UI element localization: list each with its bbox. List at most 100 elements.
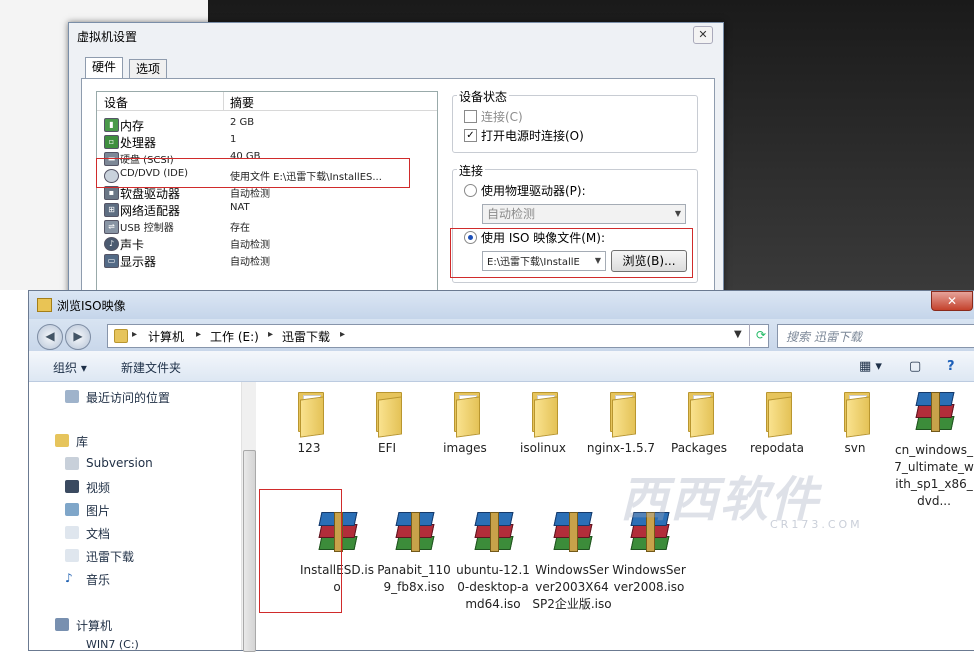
file-list: 123 EFI images isolinux nginx-1.5.7 Pack… — [256, 382, 974, 650]
breadcrumb-arrow-icon: ▸ — [340, 329, 346, 340]
file-name: isolinux — [520, 441, 566, 455]
help-icon[interactable]: ? — [947, 359, 955, 374]
library-icon — [55, 434, 69, 447]
nav-pictures[interactable]: 图片 — [86, 502, 110, 519]
search-input[interactable]: 搜索 迅雷下载 — [777, 324, 974, 348]
network-adapter-icon: ⊞ — [104, 203, 119, 217]
file-name: repodata — [749, 441, 805, 455]
address-dropdown-icon[interactable]: ▼ — [734, 329, 742, 340]
device-name: 网络适配器 — [120, 204, 181, 218]
physical-drive-value: 自动检测 — [487, 207, 536, 221]
memory-icon: ▮ — [104, 118, 119, 132]
device-summary: 1 — [230, 134, 237, 145]
file-item-images[interactable]: images — [425, 392, 505, 457]
file-item-windows-server-2003[interactable]: WindowsServer2003X64SP2企业版.iso — [532, 510, 612, 613]
file-name: cn_windows_7_ultimate_with_sp1_x86_dvd..… — [894, 443, 974, 508]
refresh-icon[interactable]: ⟳ — [749, 324, 772, 346]
folder-icon — [114, 329, 128, 343]
nav-library[interactable]: 库 — [76, 433, 88, 450]
breadcrumb-arrow-icon: ▸ — [196, 329, 202, 340]
tab-options[interactable]: 选项 — [129, 59, 168, 78]
folder-icon — [604, 392, 638, 438]
nav-subversion[interactable]: Subversion — [86, 456, 153, 470]
watermark-sub: CR173.COM — [770, 518, 863, 531]
nav-xunlei-download[interactable]: 迅雷下载 — [86, 548, 134, 565]
nav-scrollbar-thumb[interactable] — [243, 450, 256, 652]
file-item-efi[interactable]: EFI — [347, 392, 427, 457]
file-item-panabit[interactable]: Panabit_1109_fb8x.iso — [374, 510, 454, 596]
recent-places-icon — [65, 390, 79, 403]
file-name: svn — [844, 441, 866, 455]
tab-hardware[interactable]: 硬件 — [85, 57, 124, 78]
forward-button[interactable]: ▶ — [65, 324, 91, 350]
file-item-packages[interactable]: Packages — [659, 392, 739, 457]
browse-iso-dialog: 浏览ISO映像 ✕ ◀ ▶ ▸ 计算机 ▸ 工作 (E:) ▸ 迅雷下载 ▸ ▼… — [28, 290, 974, 652]
fb-toolbar: 组织 ▾ 新建文件夹 ▦ ▾ ▢ ? — [29, 351, 974, 382]
iso-highlight-box — [450, 228, 693, 278]
file-name: Panabit_1109_fb8x.iso — [377, 563, 451, 594]
physical-drive-label: 使用物理驱动器(P): — [481, 184, 586, 198]
breadcrumb-drive[interactable]: 工作 (E:) — [210, 328, 259, 345]
computer-icon — [55, 618, 69, 631]
organize-button[interactable]: 组织 ▾ — [53, 359, 87, 376]
file-item-isolinux[interactable]: isolinux — [503, 392, 583, 457]
vm-dialog-title: 虚拟机设置 — [77, 30, 138, 44]
nav-scrollbar[interactable] — [241, 382, 256, 652]
connect-on-power-label: 打开电源时连接(O) — [481, 129, 584, 143]
nav-music[interactable]: 音乐 — [86, 571, 110, 588]
breadcrumb-folder[interactable]: 迅雷下载 — [282, 328, 330, 345]
connected-checkbox[interactable] — [464, 110, 477, 123]
file-item-ubuntu[interactable]: ubuntu-12.10-desktop-amd64.iso — [453, 510, 533, 613]
device-row-sound[interactable]: ♪ 声卡 自动检测 — [97, 235, 437, 252]
file-name: Packages — [671, 441, 727, 455]
nav-computer[interactable]: 计算机 — [76, 617, 112, 634]
device-row-cpu[interactable]: ▫ 处理器 1 — [97, 133, 437, 150]
back-button[interactable]: ◀ — [37, 324, 63, 350]
file-item-cn-windows-7[interactable]: cn_windows_7_ultimate_with_sp1_x86_dvd..… — [893, 390, 974, 510]
nav-recent-places[interactable]: 最近访问的位置 — [86, 389, 170, 406]
device-row-display[interactable]: ▭ 显示器 自动检测 — [97, 252, 437, 269]
nav-drive-c[interactable]: WIN7 (C:) — [86, 638, 139, 651]
nav-documents[interactable]: 文档 — [86, 525, 110, 542]
folder-icon — [37, 298, 52, 312]
breadcrumb-computer[interactable]: 计算机 — [148, 328, 184, 345]
new-folder-button[interactable]: 新建文件夹 — [121, 359, 181, 376]
file-name: WindowsServer2008.iso — [612, 563, 686, 594]
file-item-svn[interactable]: svn — [815, 392, 895, 457]
device-name: 显示器 — [120, 255, 157, 269]
preview-pane-icon[interactable]: ▢ — [909, 359, 921, 374]
device-name: USB 控制器 — [120, 223, 174, 234]
device-row-network[interactable]: ⊞ 网络适配器 NAT — [97, 201, 437, 218]
device-summary: NAT — [230, 202, 250, 213]
nav-video[interactable]: 视频 — [86, 479, 110, 496]
device-row-memory[interactable]: ▮ 内存 2 GB — [97, 116, 437, 133]
file-item-123[interactable]: 123 — [269, 392, 349, 457]
header-divider — [223, 92, 224, 110]
navigation-pane: 最近访问的位置 库 Subversion 视频 图片 文档 迅雷下载 ♪ 音乐 … — [29, 382, 256, 651]
device-status-title: 设备状态 — [457, 88, 510, 105]
device-column-header[interactable]: 设备 — [104, 94, 128, 111]
connection-title: 连接 — [457, 162, 486, 179]
file-name: 123 — [297, 441, 321, 455]
usb-icon: ⇌ — [104, 220, 119, 234]
download-library-icon — [65, 549, 79, 562]
file-name: WindowsServer2003X64SP2企业版.iso — [532, 563, 612, 611]
fb-close-button[interactable]: ✕ — [931, 291, 973, 311]
physical-drive-select[interactable]: 自动检测 ▼ — [482, 204, 686, 224]
vm-close-button[interactable]: ✕ — [693, 26, 713, 44]
file-item-repodata[interactable]: repodata — [737, 392, 817, 457]
subversion-icon — [65, 457, 79, 470]
connect-on-power-checkbox[interactable]: ✓ — [464, 129, 477, 142]
view-options-icon[interactable]: ▦ ▾ — [859, 359, 882, 374]
device-name: 处理器 — [120, 136, 157, 150]
address-bar[interactable]: ▸ 计算机 ▸ 工作 (E:) ▸ 迅雷下载 ▸ ▼ — [107, 324, 769, 348]
device-summary: 2 GB — [230, 117, 255, 128]
floppy-icon: ▪ — [104, 186, 119, 200]
breadcrumb-arrow-icon: ▸ — [268, 329, 274, 340]
physical-drive-radio[interactable] — [464, 184, 477, 197]
device-row-usb[interactable]: ⇌ USB 控制器 存在 — [97, 218, 437, 235]
device-name: 声卡 — [120, 238, 145, 252]
summary-column-header[interactable]: 摘要 — [230, 94, 254, 111]
file-item-nginx[interactable]: nginx-1.5.7 — [581, 392, 661, 457]
installesd-highlight-box — [259, 489, 342, 613]
